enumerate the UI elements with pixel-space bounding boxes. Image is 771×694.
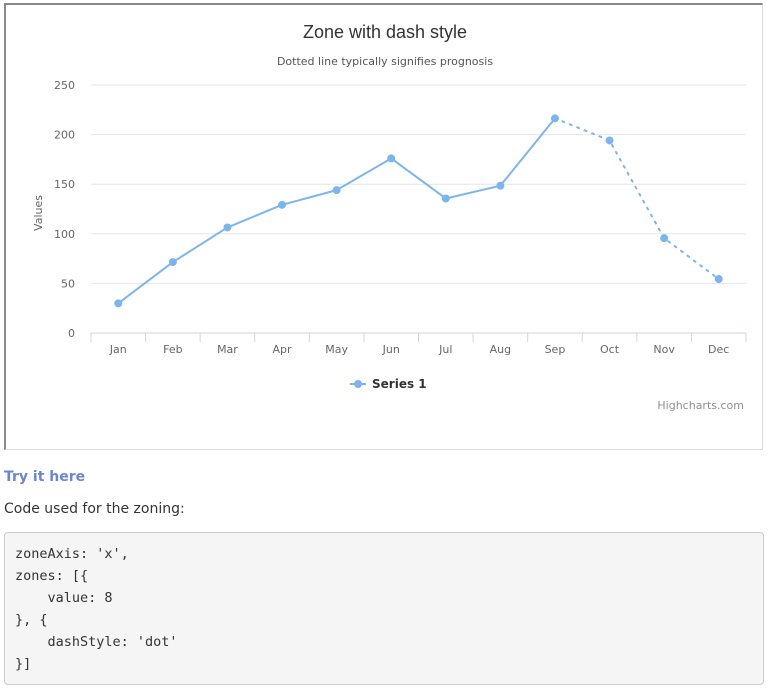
y-axis-title: Values [32, 195, 45, 231]
series-line-dotted [553, 117, 720, 281]
legend-marker-symbol [354, 380, 362, 388]
x-tick-label: Jan [109, 343, 127, 356]
chart-container: Zone with dash style Dotted line typical… [4, 3, 763, 450]
data-point-marker[interactable] [550, 114, 559, 123]
line-chart: Zone with dash style Dotted line typical… [32, 22, 747, 412]
y-tick-label: 100 [54, 228, 75, 241]
legend[interactable]: Series 1 [350, 377, 427, 391]
x-tick-label: Mar [217, 343, 238, 356]
y-axis-ticks: 0 50 100 150 200 250 [54, 79, 75, 340]
data-point-marker[interactable] [223, 223, 232, 232]
data-point-marker[interactable] [332, 186, 341, 195]
x-tick-label: Aug [490, 343, 511, 356]
code-snippet: zoneAxis: 'x', zones: [{ value: 8 }, { d… [15, 546, 178, 672]
data-point-marker[interactable] [605, 136, 614, 145]
data-point-marker[interactable] [168, 258, 177, 267]
y-tick-label: 250 [54, 79, 75, 92]
x-tick-label: Nov [653, 343, 675, 356]
x-tick-label: Jul [438, 343, 452, 356]
data-point-marker[interactable] [714, 275, 723, 284]
y-tick-label: 50 [61, 277, 75, 290]
series-lines [117, 117, 720, 305]
code-intro-text: Code used for the zoning: [4, 501, 185, 517]
x-tick-label: Dec [708, 343, 729, 356]
x-tick-label: Feb [163, 343, 182, 356]
data-point-marker[interactable] [496, 181, 505, 190]
x-tick-label: Sep [545, 343, 566, 356]
x-tick-label: May [325, 343, 348, 356]
x-tick-label: Apr [273, 343, 293, 356]
credits-link[interactable]: Highcharts.com [657, 399, 744, 412]
x-axis: Jan Feb Mar Apr May Jun Jul Aug Sep Oct Nov Dec [90, 332, 747, 356]
chart-subtitle: Dotted line typically signifies prognosi… [277, 55, 493, 68]
legend-item-series-1[interactable]: Series 1 [372, 377, 427, 391]
data-point-marker[interactable] [387, 154, 396, 163]
series-line-solid [117, 117, 556, 305]
grid-lines [91, 84, 746, 284]
x-tick-label: Jun [382, 343, 400, 356]
y-tick-label: 200 [54, 129, 75, 142]
data-point-marker[interactable] [441, 194, 450, 203]
data-point-marker[interactable] [278, 200, 287, 209]
try-it-here-link[interactable]: Try it here [4, 469, 85, 485]
chart-title: Zone with dash style [303, 22, 467, 42]
series-markers[interactable] [114, 114, 723, 308]
data-point-marker[interactable] [660, 234, 669, 243]
data-point-marker[interactable] [114, 299, 123, 308]
code-block: zoneAxis: 'x', zones: [{ value: 8 }, { d… [4, 532, 764, 685]
y-tick-label: 0 [68, 327, 75, 340]
y-tick-label: 150 [54, 178, 75, 191]
x-tick-label: Oct [600, 343, 620, 356]
